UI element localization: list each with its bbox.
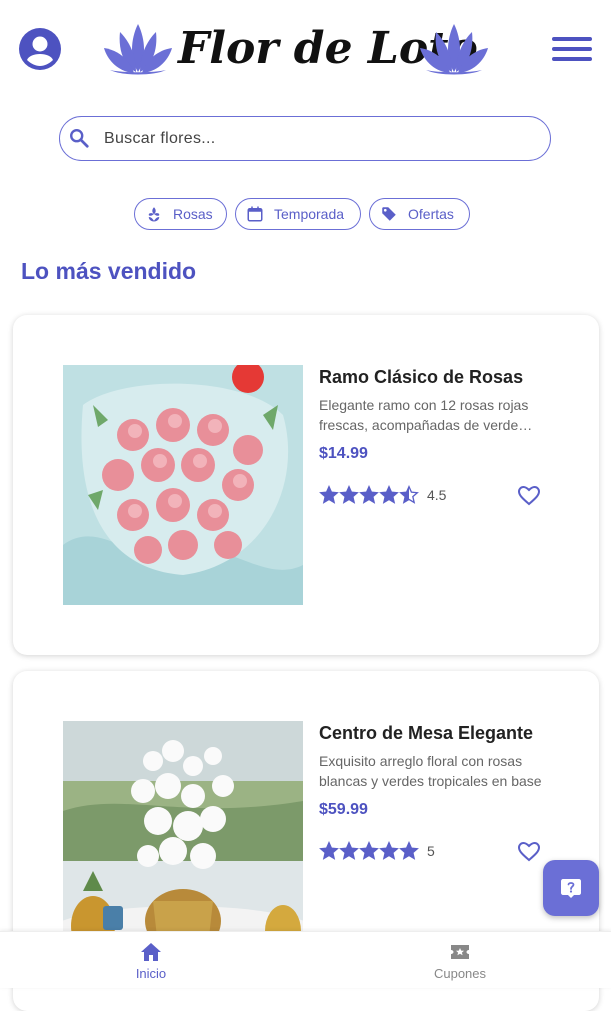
rating-stars: 5 bbox=[319, 841, 435, 861]
help-button[interactable] bbox=[543, 860, 599, 916]
product-description: Elegante ramo con 12 rosas rojas frescas… bbox=[319, 397, 529, 433]
account-circle-icon[interactable] bbox=[18, 27, 62, 71]
star-icon bbox=[399, 841, 419, 860]
logo-text: Flor de Loto bbox=[178, 23, 478, 74]
coupon-icon bbox=[451, 945, 469, 959]
star-icon bbox=[359, 841, 379, 860]
product-image[interactable] bbox=[63, 721, 303, 961]
rating-value: 4.5 bbox=[427, 487, 447, 503]
calendar-icon bbox=[247, 206, 263, 222]
hamburger-menu-icon[interactable] bbox=[552, 34, 592, 64]
star-icon bbox=[379, 841, 399, 860]
star-icon bbox=[379, 485, 399, 504]
star-icon bbox=[339, 485, 359, 504]
rating-value: 5 bbox=[427, 843, 435, 859]
help-icon bbox=[561, 879, 581, 898]
product-price: $59.99 bbox=[319, 801, 368, 818]
brand-logo[interactable]: Flor de Loto bbox=[100, 14, 492, 84]
chip-rosas[interactable]: Rosas bbox=[134, 198, 227, 230]
product-description: Exquisito arreglo floral con rosas blanc… bbox=[319, 753, 542, 789]
nav-item-cupones[interactable]: Cupones bbox=[410, 938, 510, 986]
rating-stars: 4.5 bbox=[319, 485, 446, 505]
product-name[interactable]: Ramo Clásico de Rosas bbox=[319, 367, 523, 388]
search-icon[interactable] bbox=[68, 127, 90, 149]
chip-temporada[interactable]: Temporada bbox=[235, 198, 361, 230]
product-name[interactable]: Centro de Mesa Elegante bbox=[319, 723, 533, 744]
lotus-left-icon bbox=[104, 24, 172, 75]
nav-label: Cupones bbox=[433, 966, 487, 981]
nav-item-inicio[interactable]: Inicio bbox=[101, 938, 201, 986]
tag-icon bbox=[382, 207, 396, 221]
chip-label: Rosas bbox=[173, 206, 213, 222]
product-image[interactable] bbox=[63, 365, 303, 605]
star-icon bbox=[319, 485, 339, 504]
chip-label: Temporada bbox=[274, 206, 345, 222]
product-card[interactable]: Ramo Clásico de Rosas Elegante ramo con … bbox=[13, 315, 599, 655]
home-icon bbox=[141, 943, 161, 961]
heart-icon[interactable] bbox=[517, 840, 541, 864]
search-input[interactable] bbox=[102, 123, 526, 155]
nav-label: Inicio bbox=[135, 966, 167, 981]
app-header: Flor de Loto bbox=[0, 0, 611, 100]
product-price: $14.99 bbox=[319, 445, 368, 462]
heart-icon[interactable] bbox=[517, 484, 541, 508]
bottom-nav: Inicio Cupones bbox=[0, 931, 611, 988]
star-icon bbox=[339, 841, 359, 860]
search-bar[interactable] bbox=[59, 116, 551, 161]
lotus-right-icon bbox=[420, 24, 488, 75]
star-half-icon bbox=[399, 485, 419, 504]
star-icon bbox=[319, 841, 339, 860]
star-icon bbox=[359, 485, 379, 504]
chip-ofertas[interactable]: Ofertas bbox=[369, 198, 470, 230]
section-title: Lo más vendido bbox=[21, 258, 197, 284]
flower-icon bbox=[148, 207, 160, 222]
chip-label: Ofertas bbox=[408, 206, 454, 222]
